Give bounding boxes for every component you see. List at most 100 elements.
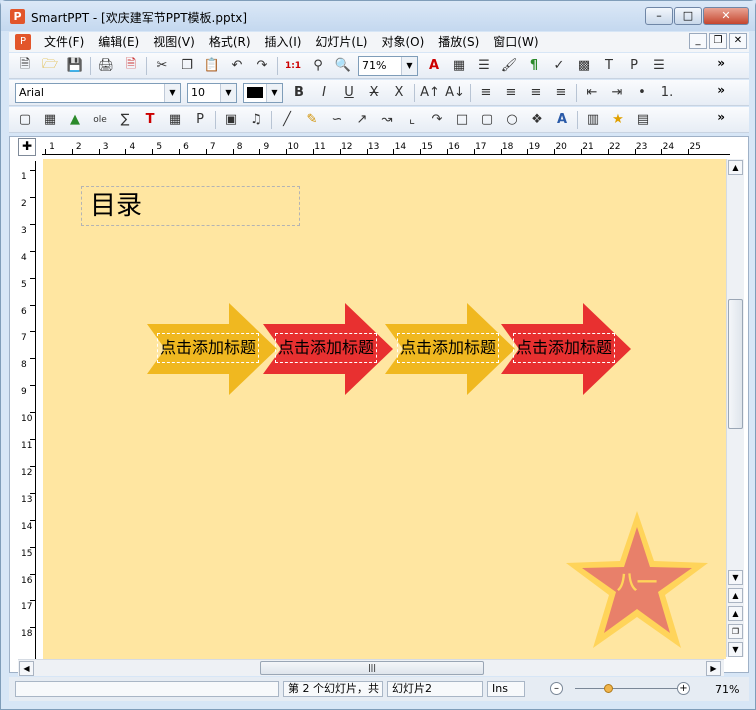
cut-icon[interactable]: ✂ — [152, 56, 172, 76]
barcode-icon[interactable]: ▦ — [165, 110, 185, 130]
pdf-export-icon[interactable]: 🗎 — [121, 56, 141, 76]
horizontal-scrollbar[interactable]: ◀ ||| ▶ — [18, 659, 724, 676]
curved-connector-icon[interactable]: ↷ — [427, 110, 447, 130]
chevron-down-icon[interactable]: ▼ — [220, 83, 236, 102]
undo-icon[interactable]: ↶ — [227, 56, 247, 76]
previous-slide-button[interactable]: ▲ — [728, 606, 743, 621]
search-icon[interactable]: 🔍 — [333, 56, 353, 76]
arrow-shape-3[interactable]: 点击添加标题 — [385, 303, 515, 395]
menu-view[interactable]: 视图(V) — [146, 34, 202, 50]
ole-object-icon[interactable]: ole — [90, 110, 110, 130]
minimize-button[interactable]: – — [645, 7, 673, 25]
bold-icon[interactable]: B — [289, 83, 309, 103]
arrow-line-icon[interactable]: ↗ — [352, 110, 372, 130]
close-button[interactable]: ✕ — [703, 7, 749, 25]
redo-icon[interactable]: ↷ — [252, 56, 272, 76]
zoom-fit-icon[interactable]: ⚲ — [308, 56, 328, 76]
vertical-scroll-thumb[interactable] — [728, 299, 743, 429]
underline-icon[interactable]: U — [339, 83, 359, 103]
actual-size-icon[interactable]: 1:1 — [283, 56, 303, 76]
movie-icon[interactable]: ▣ — [221, 110, 241, 130]
arrow-label-4[interactable]: 点击添加标题 — [513, 333, 616, 363]
text-box-icon[interactable]: ▦ — [449, 56, 469, 76]
pencil-icon[interactable]: ✎ — [302, 110, 322, 130]
doc-restore-button[interactable]: ❐ — [709, 33, 727, 49]
align-right-icon[interactable]: ≡ — [526, 83, 546, 103]
ellipse-icon[interactable]: ○ — [502, 110, 522, 130]
sound-icon[interactable]: ♫ — [246, 110, 266, 130]
grow-font-icon[interactable]: A↑ — [420, 83, 440, 103]
next-slide-button[interactable]: ▼ — [728, 642, 743, 657]
chevron-down-icon[interactable]: ▼ — [401, 56, 417, 75]
clear-format-icon[interactable]: X — [389, 83, 409, 103]
menu-play[interactable]: 播放(S) — [431, 34, 486, 50]
text-style-icon[interactable]: A — [424, 56, 444, 76]
arrow-shape-2[interactable]: 点击添加标题 — [263, 303, 393, 395]
new-file-icon[interactable]: 🗎 — [15, 56, 35, 76]
chevron-down-icon[interactable]: ▼ — [164, 83, 180, 102]
paste-icon[interactable]: 📋 — [202, 56, 222, 76]
doc-minimize-button[interactable]: _ — [689, 33, 707, 49]
title-placeholder[interactable]: 目录 — [81, 186, 300, 226]
effects-star-icon[interactable]: ★ — [608, 110, 628, 130]
zoom-select[interactable]: 71% ▼ — [358, 55, 418, 76]
curve-icon[interactable]: ∽ — [327, 110, 347, 130]
first-slide-button[interactable]: ▲ — [728, 588, 743, 603]
ungroup-icon[interactable]: ▤ — [633, 110, 653, 130]
picture-icon[interactable]: ▲ — [65, 110, 85, 130]
menu-object[interactable]: 对象(O) — [374, 34, 431, 50]
slide-select-button[interactable]: ❐ — [728, 624, 743, 639]
elbow-connector-icon[interactable]: ⌞ — [402, 110, 422, 130]
save-icon[interactable]: 💾 — [65, 56, 85, 76]
maximize-button[interactable]: □ — [674, 7, 702, 25]
zoom-in-button[interactable]: + — [677, 682, 690, 695]
zoom-out-button[interactable]: – — [550, 682, 563, 695]
template-icon[interactable]: T — [599, 56, 619, 76]
arrow-label-2[interactable]: 点击添加标题 — [275, 333, 378, 363]
strikethrough-icon[interactable]: X — [364, 83, 384, 103]
paragraph-mark-icon[interactable]: ¶ — [524, 56, 544, 76]
shapes-icon[interactable]: ❖ — [527, 110, 547, 130]
vertical-scrollbar[interactable]: ▲ ▼ ▲ ▲ ❐ ▼ — [726, 159, 744, 657]
rectangle-icon[interactable]: □ — [452, 110, 472, 130]
arrow-shape-4[interactable]: 点击添加标题 — [501, 303, 631, 395]
group-icon[interactable]: ▥ — [583, 110, 603, 130]
scroll-down-button[interactable]: ▼ — [728, 570, 743, 585]
justify-icon[interactable]: ≡ — [551, 83, 571, 103]
menu-edit[interactable]: 编辑(E) — [91, 34, 146, 50]
toolbar-overflow-button[interactable]: » — [717, 83, 725, 97]
print-icon[interactable]: 🖨 — [96, 56, 116, 76]
copy-icon[interactable]: ❐ — [177, 56, 197, 76]
italic-icon[interactable]: I — [314, 83, 334, 103]
scroll-right-button[interactable]: ▶ — [706, 661, 721, 676]
plugin-icon[interactable]: P — [190, 110, 210, 130]
wordart-icon[interactable]: A — [552, 110, 572, 130]
arrow-label-1[interactable]: 点击添加标题 — [157, 333, 260, 363]
menu-window[interactable]: 窗口(W) — [486, 34, 545, 50]
bayi-star-icon[interactable]: 八一 — [566, 511, 708, 651]
open-folder-icon[interactable]: 🗁 — [40, 56, 60, 76]
font-family-select[interactable]: Arial ▼ — [15, 82, 181, 103]
format-painter-icon[interactable]: 🖌 — [499, 56, 519, 76]
zoom-slider[interactable] — [575, 688, 683, 689]
spell-check-icon[interactable]: ✓ — [549, 56, 569, 76]
connector-icon[interactable]: ↝ — [377, 110, 397, 130]
horizontal-scroll-thumb[interactable]: ||| — [260, 661, 484, 675]
presentation-icon[interactable]: P — [624, 56, 644, 76]
font-size-select[interactable]: 10 ▼ — [187, 82, 237, 103]
chart-icon[interactable]: ▩ — [574, 56, 594, 76]
toolbar-overflow-button[interactable]: » — [717, 110, 725, 124]
shrink-font-icon[interactable]: A↓ — [445, 83, 465, 103]
scroll-up-button[interactable]: ▲ — [728, 160, 743, 175]
menu-slide[interactable]: 幻灯片(L) — [308, 34, 374, 50]
zoom-slider-handle[interactable] — [604, 684, 613, 693]
menu-file[interactable]: 文件(F) — [37, 34, 91, 50]
insert-mode-text[interactable]: Ins — [487, 681, 525, 697]
indent-decrease-icon[interactable]: ⇤ — [582, 83, 602, 103]
toolbar-overflow-button[interactable]: » — [717, 56, 725, 70]
menu-format[interactable]: 格式(R) — [202, 34, 258, 50]
arrow-label-3[interactable]: 点击添加标题 — [397, 333, 500, 363]
formula-icon[interactable]: ∑ — [115, 110, 135, 130]
text-frame-icon[interactable]: T — [140, 110, 160, 130]
document-icon[interactable]: P — [15, 34, 31, 50]
